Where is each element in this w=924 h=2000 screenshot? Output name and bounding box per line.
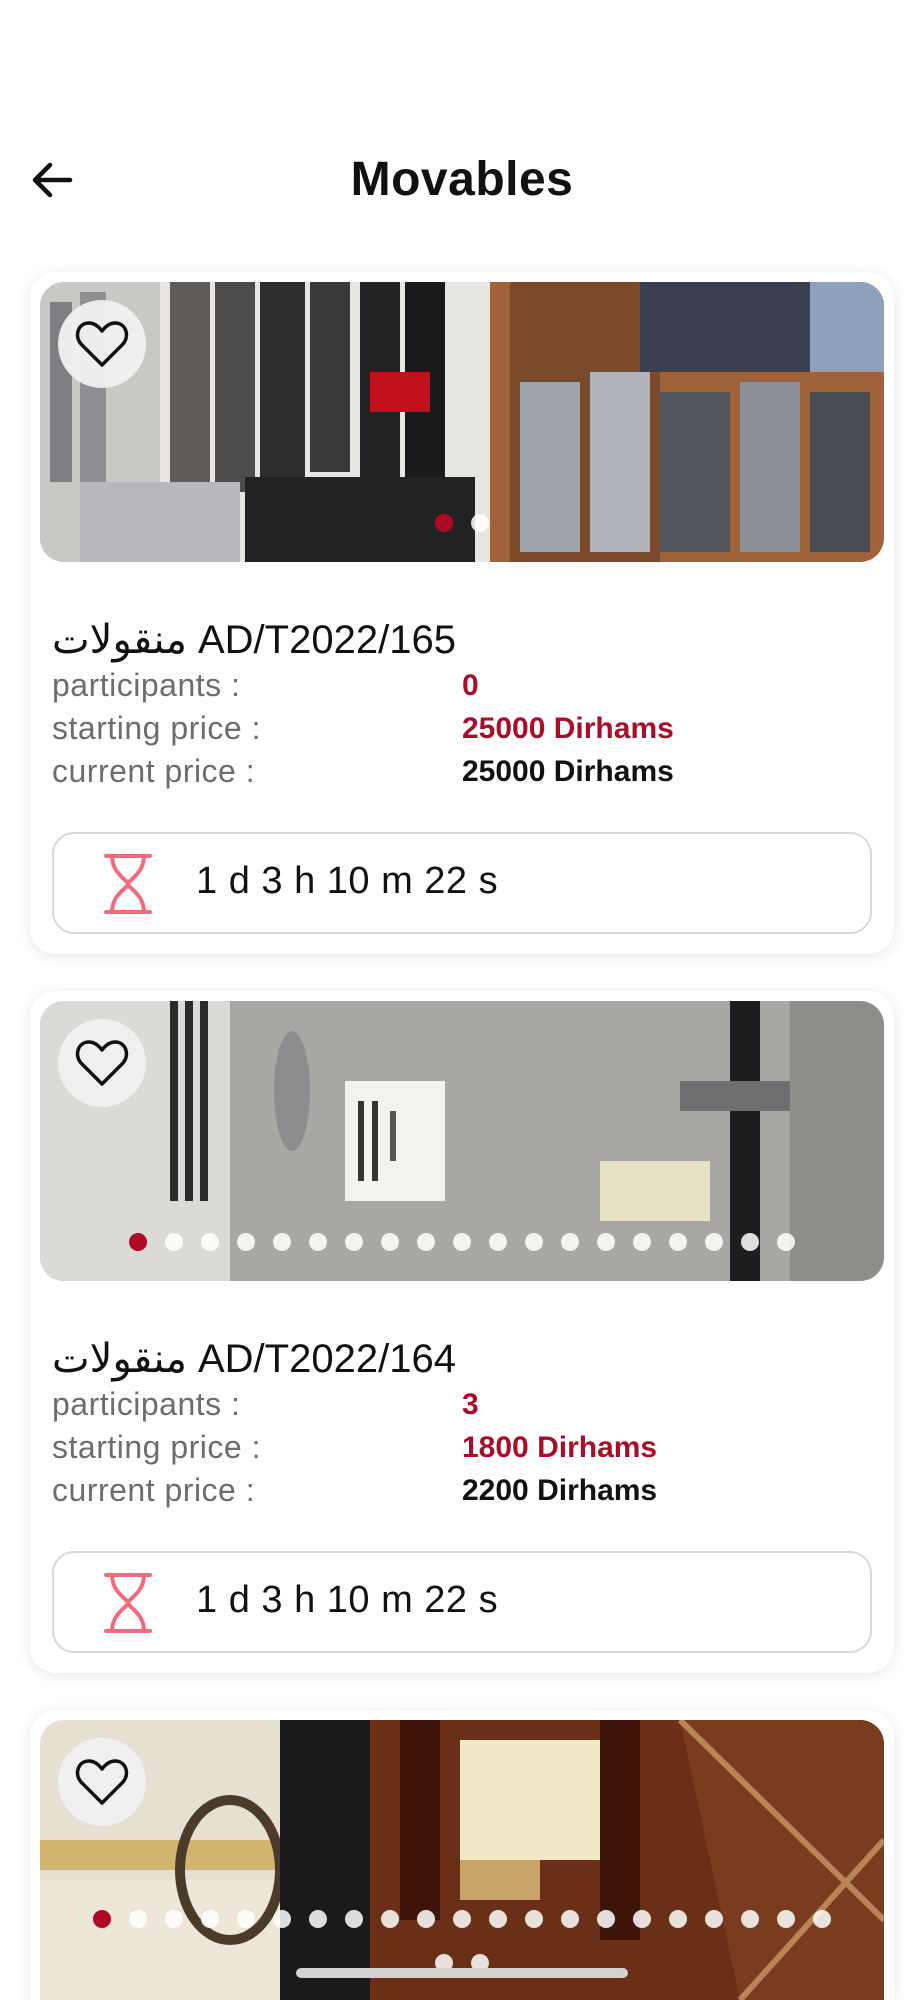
- pagination-dot[interactable]: [129, 1233, 147, 1251]
- lot-photo-carousel[interactable]: [40, 1720, 884, 2000]
- current-price-row: current price : 25000 Dirhams: [52, 753, 872, 795]
- pagination-dot[interactable]: [345, 1233, 363, 1251]
- photo-pagination: [40, 514, 884, 532]
- pagination-dot[interactable]: [525, 1233, 543, 1251]
- auction-card[interactable]: [30, 1710, 894, 2000]
- pagination-dot[interactable]: [93, 1910, 111, 1928]
- hourglass-icon: [104, 854, 152, 914]
- hourglass-icon: [104, 1573, 152, 1633]
- starting-price-row: starting price : 1800 Dirhams: [52, 1429, 872, 1471]
- home-indicator[interactable]: [296, 1968, 628, 1978]
- starting-price-value: 1800 Dirhams: [462, 1431, 658, 1464]
- pagination-dot[interactable]: [669, 1233, 687, 1251]
- pagination-dot[interactable]: [165, 1233, 183, 1251]
- pagination-dot[interactable]: [309, 1233, 327, 1251]
- time-left: 1 d 3 h 10 m 22 s: [196, 1579, 499, 1621]
- current-price-value: 25000 Dirhams: [462, 755, 674, 788]
- pagination-dot[interactable]: [129, 1910, 147, 1928]
- starting-price-value: 25000 Dirhams: [462, 712, 674, 745]
- pagination-dot[interactable]: [201, 1233, 219, 1251]
- pagination-dot[interactable]: [633, 1910, 651, 1928]
- photo-pagination: [40, 1910, 884, 1928]
- pagination-dot[interactable]: [453, 1233, 471, 1251]
- pagination-dot[interactable]: [741, 1233, 759, 1251]
- app-header: Movables: [0, 130, 924, 230]
- current-price-label: current price :: [52, 1472, 256, 1508]
- heart-outline-icon: [75, 1040, 129, 1086]
- participants-row: participants : 0: [52, 667, 872, 709]
- pagination-dot[interactable]: [561, 1233, 579, 1251]
- participants-value: 3: [462, 1388, 479, 1421]
- time-left: 1 d 3 h 10 m 22 s: [196, 860, 499, 902]
- participants-label: participants :: [52, 1386, 241, 1422]
- pagination-dot[interactable]: [417, 1910, 435, 1928]
- pagination-dot[interactable]: [417, 1233, 435, 1251]
- pagination-dot[interactable]: [471, 514, 489, 532]
- auction-card[interactable]: منقولات AD/T2022/165 participants : 0 st…: [30, 272, 894, 954]
- lot-photo-carousel[interactable]: [40, 282, 884, 562]
- pagination-dot[interactable]: [165, 1910, 183, 1928]
- pagination-dot[interactable]: [489, 1233, 507, 1251]
- participants-value: 0: [462, 669, 479, 702]
- heart-outline-icon: [75, 321, 129, 367]
- favorite-button[interactable]: [58, 300, 146, 388]
- pagination-dot[interactable]: [489, 1910, 507, 1928]
- lot-title: منقولات AD/T2022/164: [52, 1337, 456, 1381]
- pagination-dot[interactable]: [273, 1233, 291, 1251]
- pagination-dot[interactable]: [309, 1910, 327, 1928]
- pagination-dot[interactable]: [705, 1233, 723, 1251]
- pagination-dot[interactable]: [381, 1233, 399, 1251]
- starting-price-label: starting price :: [52, 1429, 261, 1465]
- participants-row: participants : 3: [52, 1386, 872, 1428]
- favorite-button[interactable]: [58, 1019, 146, 1107]
- current-price-value: 2200 Dirhams: [462, 1474, 658, 1507]
- starting-price-label: starting price :: [52, 710, 261, 746]
- lot-title: منقولات AD/T2022/165: [52, 618, 456, 662]
- pagination-dot[interactable]: [525, 1910, 543, 1928]
- pagination-dot[interactable]: [237, 1233, 255, 1251]
- pagination-dot[interactable]: [597, 1233, 615, 1251]
- starting-price-row: starting price : 25000 Dirhams: [52, 710, 872, 752]
- pagination-dot[interactable]: [345, 1910, 363, 1928]
- pagination-dot[interactable]: [201, 1910, 219, 1928]
- participants-label: participants :: [52, 667, 241, 703]
- heart-outline-icon: [75, 1759, 129, 1805]
- pagination-dot[interactable]: [561, 1910, 579, 1928]
- pagination-dot[interactable]: [453, 1910, 471, 1928]
- pagination-dot[interactable]: [633, 1233, 651, 1251]
- pagination-dot[interactable]: [435, 514, 453, 532]
- pagination-dot[interactable]: [237, 1910, 255, 1928]
- pagination-dot[interactable]: [669, 1910, 687, 1928]
- page-title: Movables: [350, 153, 574, 206]
- pagination-dot[interactable]: [705, 1910, 723, 1928]
- pagination-dot[interactable]: [741, 1910, 759, 1928]
- pagination-dot[interactable]: [381, 1910, 399, 1928]
- pagination-dot[interactable]: [597, 1910, 615, 1928]
- current-price-row: current price : 2200 Dirhams: [52, 1472, 872, 1514]
- pagination-dot[interactable]: [777, 1233, 795, 1251]
- favorite-button[interactable]: [58, 1738, 146, 1826]
- lot-photo-carousel[interactable]: [40, 1001, 884, 1281]
- current-price-label: current price :: [52, 753, 256, 789]
- photo-pagination: [40, 1233, 884, 1251]
- pagination-dot[interactable]: [273, 1910, 291, 1928]
- pagination-dot[interactable]: [777, 1910, 795, 1928]
- auction-card[interactable]: منقولات AD/T2022/164 participants : 3 st…: [30, 991, 894, 1673]
- countdown-timer: 1 d 3 h 10 m 22 s: [52, 832, 872, 934]
- pagination-dot[interactable]: [813, 1910, 831, 1928]
- countdown-timer: 1 d 3 h 10 m 22 s: [52, 1551, 872, 1653]
